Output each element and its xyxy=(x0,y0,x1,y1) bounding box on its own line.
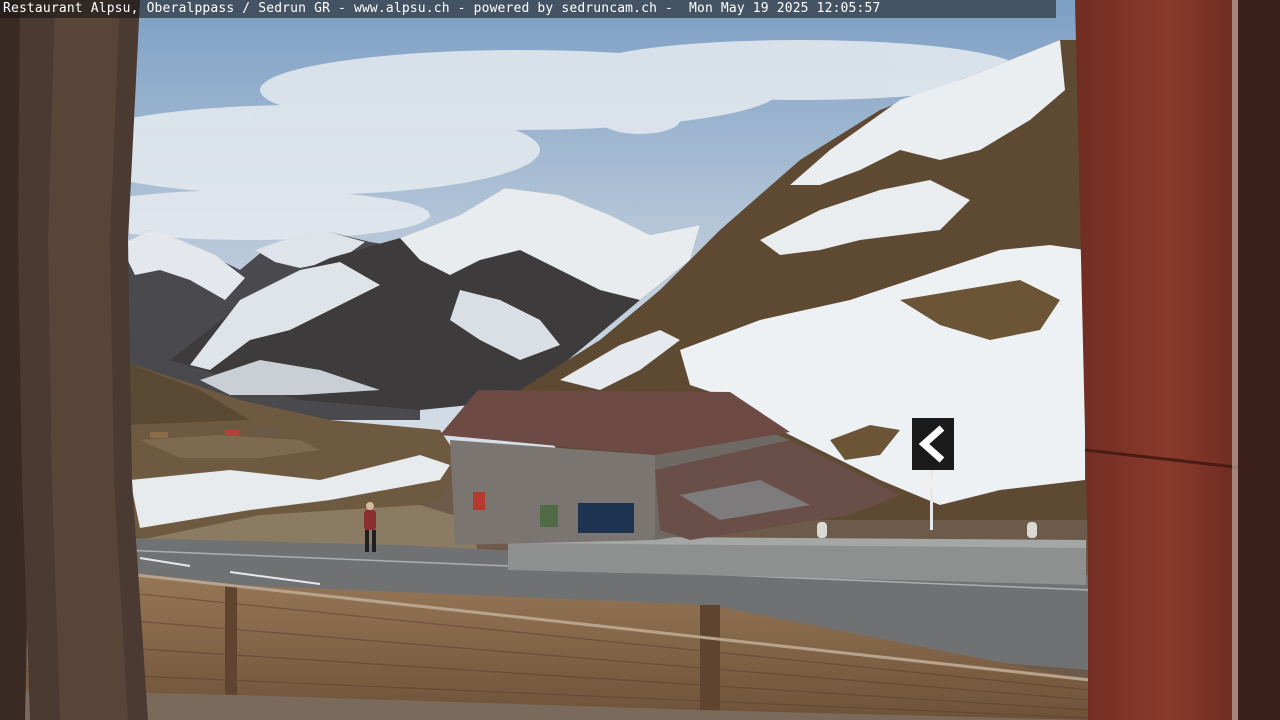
window-frame-left xyxy=(0,0,148,720)
timestamp-bar: Restaurant Alpsu, Oberalppass / Sedrun G… xyxy=(0,0,1056,18)
window-frame-right xyxy=(1055,0,1280,720)
webcam-caption: Restaurant Alpsu, Oberalppass / Sedrun G… xyxy=(3,1,881,16)
webcam-scene xyxy=(0,0,1280,720)
